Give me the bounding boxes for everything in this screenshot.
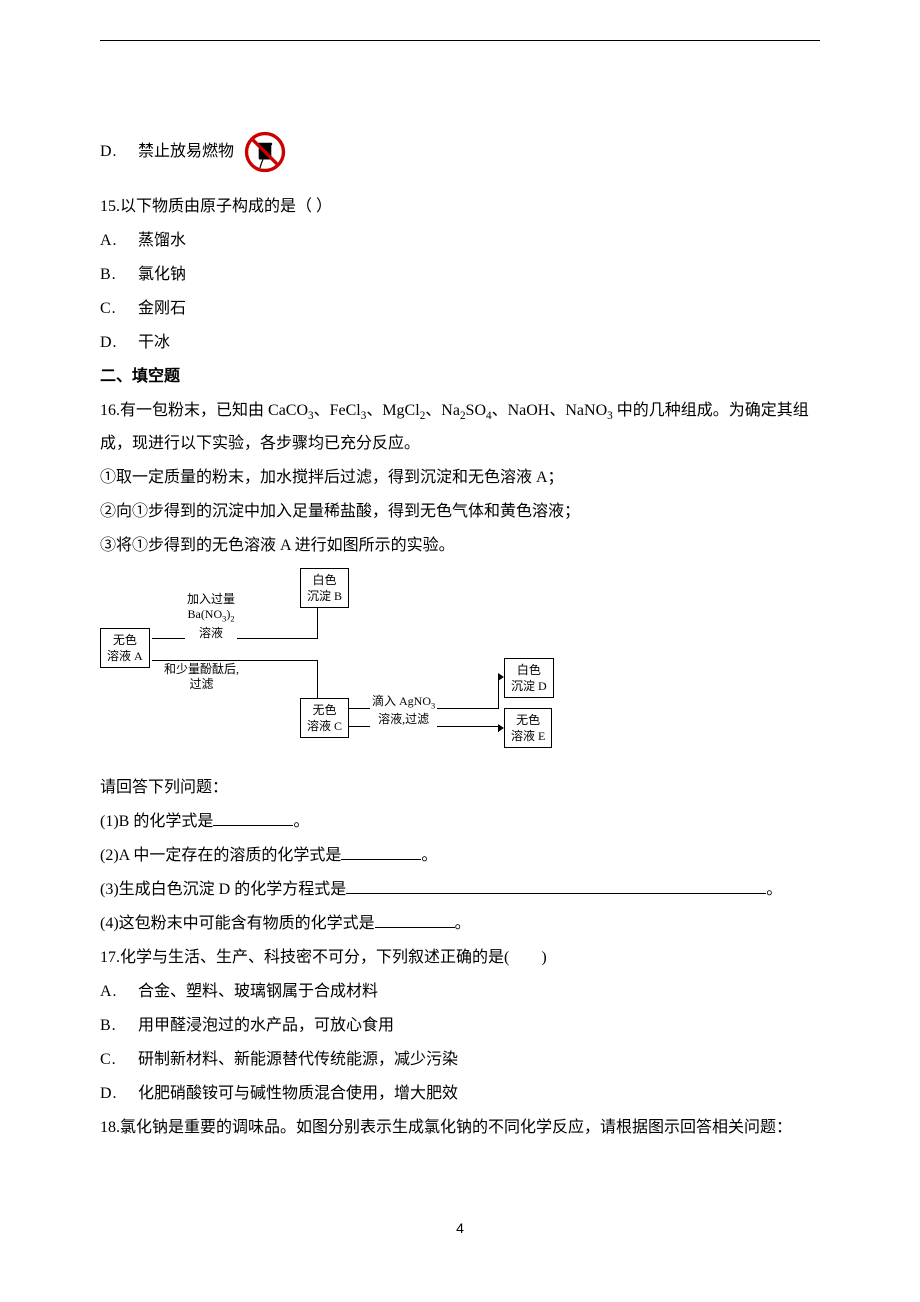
option-text: 化肥硝酸铵可与碱性物质混合使用，增大肥效 [138,1078,458,1110]
option-label: D. [100,1078,134,1110]
formula: 滴入 AgNO3 [372,694,435,712]
fill-blank[interactable] [213,810,293,826]
diagram-box-e: 无色 溶液 E [504,708,552,748]
diagram-box-d: 白色 沉淀 D [504,658,554,698]
fill-blank[interactable] [346,878,766,894]
option-text: 用甲醛浸泡过的水产品，可放心食用 [138,1010,394,1042]
diagram-box-c: 无色 溶液 C [300,698,349,738]
option-text: 氯化钠 [138,259,186,291]
q17-option-c: C. 研制新材料、新能源替代传统能源，减少污染 [100,1044,820,1076]
arrow [317,660,318,700]
q14-option-d: D. 禁止放易燃物 [100,131,820,173]
diagram-label-filter: 和少量酚酞后, 过滤 [162,662,241,693]
q-number: 18. [100,1119,120,1136]
q17-option-a: A. 合金、塑料、玻璃钢属于合成材料 [100,976,820,1008]
q16-part1: (1)B 的化学式是。 [100,806,820,838]
fill-blank[interactable] [375,912,455,928]
arrow [152,660,317,661]
option-label: B. [100,1010,134,1042]
diagram-label-reagent1: 加入过量 Ba(NO3)2 溶液 [185,592,237,642]
section-2-heading: 二、填空题 [100,361,820,393]
option-text: 研制新材料、新能源替代传统能源，减少污染 [138,1044,458,1076]
fill-blank[interactable] [341,844,421,860]
q-stem-text: 以下物质由原子构成的是（ ） [120,198,332,215]
q18-stem: 18.氯化钠是重要的调味品。如图分别表示生成氯化钠的不同化学反应，请根据图示回答… [100,1112,820,1144]
option-text: 蒸馏水 [138,225,186,257]
q16-diagram: 无色 溶液 A 加入过量 Ba(NO3)2 溶液 和少量酚酞后, 过滤 白色 沉… [100,568,620,758]
prohibit-barrel-icon [244,131,286,173]
q16-part4: (4)这包粉末中可能含有物质的化学式是。 [100,908,820,940]
q15-option-a: A. 蒸馏水 [100,225,820,257]
q17-option-d: D. 化肥硝酸铵可与碱性物质混合使用，增大肥效 [100,1078,820,1110]
q-number: 16. [100,402,120,419]
option-text: 禁止放易燃物 [138,136,234,168]
q17-option-b: B. 用甲醛浸泡过的水产品，可放心食用 [100,1010,820,1042]
option-text: 金刚石 [138,293,186,325]
option-label: B. [100,259,134,291]
q16-prompt: 请回答下列问题： [100,772,820,804]
top-rule [100,40,820,41]
option-text: 合金、塑料、玻璃钢属于合成材料 [138,976,378,1008]
q-number: 17. [100,949,120,966]
q16-part3: (3)生成白色沉淀 D 的化学方程式是。 [100,874,820,906]
diagram-label-reagent2: 滴入 AgNO3 溶液,过滤 [370,694,437,728]
option-label: C. [100,1044,134,1076]
q15-stem: 15.以下物质由原子构成的是（ ） [100,191,820,223]
formula: Ba(NO3)2 [187,607,235,625]
page: D. 禁止放易燃物 15.以下物质由原子构成的是（ ） A. 蒸馏水 B. 氯化… [0,40,920,1282]
q15-option-c: C. 金刚石 [100,293,820,325]
q17-stem: 17.化学与生活、生产、科技密不可分，下列叙述正确的是( ) [100,942,820,974]
q16-step3: ③将①步得到的无色溶液 A 进行如图所示的实验。 [100,530,820,562]
q16-part2: (2)A 中一定存在的溶质的化学式是。 [100,840,820,872]
q16-stem: 16.有一包粉末，已知由 CaCO3、FeCl3、MgCl2、Na2SO4、Na… [100,395,820,460]
option-label: A. [100,225,134,257]
option-label: D. [100,327,134,359]
option-label: A. [100,976,134,1008]
diagram-box-b: 白色 沉淀 B [300,568,349,608]
diagram-box-a: 无色 溶液 A [100,628,150,668]
q-stem-text: 氯化钠是重要的调味品。如图分别表示生成氯化钠的不同化学反应，请根据图示回答相关问… [120,1119,792,1136]
q16-step1: ①取一定质量的粉末，加水搅拌后过滤，得到沉淀和无色溶液 A； [100,462,820,494]
formulas: CaCO3、FeCl3、MgCl2、Na2SO4、NaOH、NaNO3 [268,402,613,419]
q15-option-d: D. 干冰 [100,327,820,359]
option-label: C. [100,293,134,325]
page-number: 4 [100,1214,820,1242]
option-text: 干冰 [138,327,170,359]
q-stem-text: 化学与生活、生产、科技密不可分，下列叙述正确的是( ) [120,949,547,966]
q15-option-b: B. 氯化钠 [100,259,820,291]
stem-pre: 有一包粉末，已知由 [120,402,268,419]
option-label: D. [100,136,134,168]
q16-step2: ②向①步得到的沉淀中加入足量稀盐酸，得到无色气体和黄色溶液； [100,496,820,528]
q-number: 15. [100,198,120,215]
